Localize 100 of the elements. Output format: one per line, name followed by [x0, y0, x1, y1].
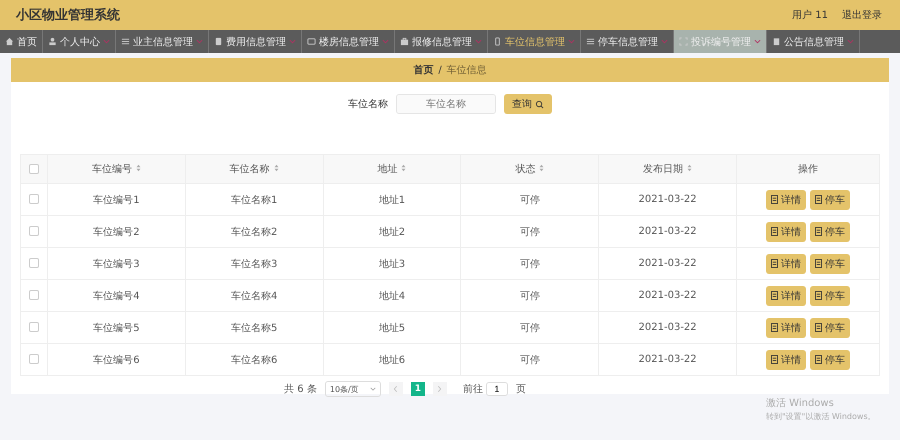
chevron-left-icon: [393, 385, 398, 393]
briefcase-icon: [400, 37, 409, 46]
document-icon: [815, 195, 822, 204]
action-button[interactable]: 详情: [766, 286, 806, 306]
table-cell: 车位名称2: [231, 226, 278, 238]
table-cell: 车位编号5: [93, 322, 140, 334]
phone-icon: [493, 37, 502, 46]
caret-icon: [382, 39, 389, 44]
checkbox[interactable]: [29, 258, 39, 268]
table-cell: 可停: [520, 258, 540, 270]
table-cell: 地址1: [378, 194, 406, 206]
search-field[interactable]: 车位名称: [396, 94, 496, 114]
caret-icon: [661, 39, 668, 44]
chat-icon: [307, 37, 316, 46]
breadcrumb-item[interactable]: 首页: [413, 63, 434, 77]
action-button[interactable]: 停车: [810, 190, 850, 210]
table-cell: 车位编号2: [93, 226, 140, 238]
action-button[interactable]: 停车: [810, 350, 850, 370]
table-cell: 车位编号6: [93, 354, 140, 366]
action-button[interactable]: 详情: [766, 190, 806, 210]
checkbox[interactable]: [29, 290, 39, 300]
person-icon: [48, 37, 57, 46]
table-cell: 车位名称6: [231, 354, 278, 366]
home-icon: [5, 37, 14, 46]
document-icon: [214, 37, 223, 46]
checkbox[interactable]: [29, 354, 39, 364]
caret-icon: [289, 39, 296, 44]
column-header[interactable]: 状态: [460, 154, 599, 184]
goto-label: 前往: [462, 382, 483, 396]
caret-icon: [847, 39, 854, 44]
document-icon: [771, 323, 778, 332]
table-cell: 车位编号4: [93, 290, 140, 302]
sort-icon: [687, 164, 692, 172]
app-title: 小区物业管理系统: [16, 6, 120, 24]
table-cell: 地址3: [378, 258, 406, 270]
table-cell: 2021-03-22: [638, 290, 697, 301]
table-cell: 车位名称5: [231, 322, 278, 334]
logout-link[interactable]: 退出登录: [842, 8, 882, 22]
table-cell: 车位名称3: [231, 258, 278, 270]
clipboard-icon: [772, 37, 781, 46]
search-icon: [535, 100, 544, 108]
document-icon: [815, 291, 822, 300]
column-header[interactable]: 车位编号: [48, 154, 186, 184]
checkbox[interactable]: [29, 164, 39, 174]
breadcrumb-item: 车位信息: [446, 64, 487, 77]
action-button[interactable]: 详情: [766, 222, 806, 242]
column-header[interactable]: 发布日期: [598, 154, 736, 184]
document-icon: [815, 259, 822, 268]
action-button[interactable]: 停车: [810, 318, 850, 338]
table-cell: 2021-03-22: [638, 226, 697, 237]
chevron-right-icon: [437, 385, 442, 393]
caret-icon: [568, 39, 575, 44]
action-button[interactable]: 停车: [810, 222, 850, 242]
document-icon: [771, 259, 778, 268]
document-icon: [815, 227, 822, 236]
table-cell: 2021-03-22: [638, 258, 697, 269]
field-label: 车位名称: [348, 98, 388, 111]
table-cell: 2021-03-22: [638, 354, 697, 365]
table-cell: 可停: [520, 322, 540, 334]
document-icon: [771, 291, 778, 300]
table-cell: 2021-03-22: [638, 194, 697, 205]
page-size-select[interactable]: 10条/页: [324, 381, 381, 397]
page-input[interactable]: 1: [486, 382, 508, 396]
user-name: 用户 11: [792, 8, 828, 22]
search-button[interactable]: 查询: [504, 94, 552, 114]
list-icon: [121, 37, 130, 46]
document-icon: [815, 355, 822, 364]
caret-icon: [370, 387, 376, 391]
action-button[interactable]: 停车: [810, 286, 850, 306]
caret-icon: [103, 39, 110, 44]
table-cell: 地址6: [378, 354, 406, 366]
action-button[interactable]: 详情: [766, 350, 806, 370]
next-page-button[interactable]: [432, 382, 447, 396]
table-cell: 车位编号1: [93, 194, 140, 206]
column-header[interactable]: 地址: [323, 154, 461, 184]
column-header: 操作: [736, 154, 880, 184]
table-cell: 地址4: [378, 290, 406, 302]
column-header[interactable]: 车位名称: [185, 154, 324, 184]
document-icon: [771, 355, 778, 364]
table-cell: 车位编号3: [93, 258, 140, 270]
checkbox[interactable]: [29, 322, 39, 332]
breadcrumb-separator: /: [438, 64, 442, 76]
table-cell: 可停: [520, 226, 540, 238]
checkbox[interactable]: [29, 194, 39, 204]
checkbox[interactable]: [29, 226, 39, 236]
action-button[interactable]: 停车: [810, 254, 850, 274]
table-cell: 地址2: [378, 226, 406, 238]
previous-page-button[interactable]: [388, 382, 403, 396]
document-icon: [815, 323, 822, 332]
sort-icon: [274, 164, 279, 172]
table-cell: 可停: [520, 194, 540, 206]
table-cell: 车位名称1: [231, 194, 278, 206]
caret-icon: [475, 39, 482, 44]
action-button[interactable]: 详情: [766, 318, 806, 338]
document-icon: [771, 195, 778, 204]
action-button[interactable]: 详情: [766, 254, 806, 274]
activation-text: 转到"设置"以激活 Windows。: [766, 411, 876, 422]
total-count: 共 6 条: [284, 382, 317, 396]
frame-icon: [679, 37, 688, 46]
list-icon: [586, 37, 595, 46]
